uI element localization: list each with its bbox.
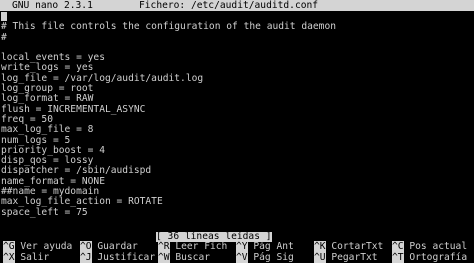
text-editor-area[interactable]: # This file controls the configuration o… [0, 12, 474, 232]
shortcut-label: Justificar [97, 252, 156, 263]
shortcut-label: Ortografía [409, 252, 468, 263]
shortcut-key: ^W [158, 252, 170, 263]
shortcut-label: Leer Fich [175, 241, 228, 252]
editor-line-3[interactable]: # [0, 32, 474, 43]
shortcut-key: ^T [392, 252, 404, 263]
shortcut-row-1: ^G Ver ayuda ^O Guardar ^R Leer Fich ^Y … [0, 241, 474, 252]
editor-line-2[interactable]: # This file controls the configuration o… [0, 21, 474, 32]
shortcut-label: Salir [20, 252, 50, 263]
editor-line-10[interactable]: flush = INCREMENTAL_ASYNC [0, 104, 474, 115]
editor-line-20[interactable]: space_left = 75 [0, 207, 474, 218]
shortcut-label: Guardar [97, 241, 138, 252]
shortcut-key: ^K [314, 241, 326, 252]
shortcut-key: ^C [392, 241, 404, 252]
shortcut-cur-pos[interactable]: ^C Pos actual [392, 241, 467, 252]
shortcut-label: Pág Ant [253, 241, 294, 252]
shortcut-label: Pos actual [409, 241, 468, 252]
app-version-label: GNU nano 2.3.1 [12, 0, 93, 11]
shortcut-spell-check[interactable]: ^T Ortografía [392, 252, 467, 263]
editor-line-12[interactable]: max_log_file = 8 [0, 124, 474, 135]
shortcut-key: ^U [314, 252, 326, 263]
shortcut-label: Ver ayuda [20, 241, 73, 252]
shortcut-search[interactable]: ^W Buscar [158, 252, 210, 263]
shortcut-label: Buscar [175, 252, 210, 263]
shortcut-save[interactable]: ^O Guardar [80, 241, 138, 252]
shortcut-justify[interactable]: ^J Justificar [80, 252, 155, 263]
shortcut-key: ^Y [236, 241, 248, 252]
shortcut-help[interactable]: ^G Ver ayuda [3, 241, 72, 252]
shortcut-key: ^V [236, 252, 248, 263]
nano-terminal: GNU nano 2.3.1 Fichero: /etc/audit/audit… [0, 0, 474, 263]
shortcut-key: ^O [80, 241, 92, 252]
text-cursor [1, 12, 7, 21]
shortcut-paste-text[interactable]: ^U PegarTxt [314, 252, 378, 263]
shortcut-label: Pág Sig [253, 252, 294, 263]
shortcut-read-file[interactable]: ^R Leer Fich [158, 241, 227, 252]
shortcut-label: CortarTxt [331, 241, 384, 252]
shortcut-prev-page[interactable]: ^Y Pág Ant [236, 241, 294, 252]
shortcut-key: ^G [3, 241, 15, 252]
shortcut-key: ^X [3, 252, 15, 263]
shortcut-cut-text[interactable]: ^K CortarTxt [314, 241, 383, 252]
shortcut-key: ^R [158, 241, 170, 252]
title-bar: GNU nano 2.3.1 Fichero: /etc/audit/audit… [0, 0, 474, 11]
file-name-label: Fichero: /etc/audit/auditd.conf [139, 0, 319, 11]
shortcut-exit[interactable]: ^X Salir [3, 252, 49, 263]
shortcut-bar: ^G Ver ayuda ^O Guardar ^R Leer Fich ^Y … [0, 241, 474, 263]
shortcut-row-2: ^X Salir ^J Justificar ^W Buscar ^V Pág … [0, 252, 474, 263]
shortcut-key: ^J [80, 252, 92, 263]
shortcut-next-page[interactable]: ^V Pág Sig [236, 252, 294, 263]
shortcut-label: PegarTxt [331, 252, 378, 263]
